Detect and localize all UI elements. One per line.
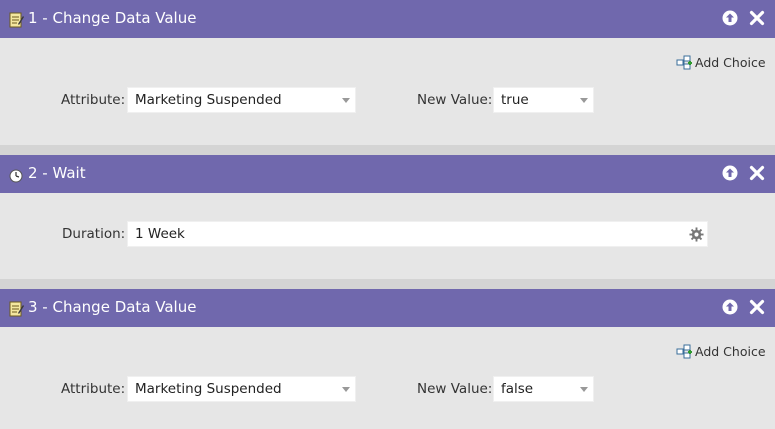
- step-title: 2 - Wait: [28, 164, 86, 182]
- step-body: Add Choice Attribute: Marketing Suspende…: [0, 38, 775, 145]
- chevron-down-icon: [342, 98, 350, 103]
- flow-step-2: 2 - Wait Duration: 1 Week: [0, 155, 775, 279]
- flow-step-3: 3 - Change Data Value Add Choice Attribu…: [0, 289, 775, 429]
- move-up-icon[interactable]: [721, 298, 739, 316]
- step-header[interactable]: 2 - Wait: [0, 155, 775, 193]
- document-edit-icon: [9, 12, 24, 28]
- move-up-icon[interactable]: [721, 9, 739, 27]
- new-value-select[interactable]: true: [493, 87, 594, 113]
- flow-step-1: 1 - Change Data Value Add Choice Attribu…: [0, 0, 775, 145]
- add-choice-label: Add Choice: [695, 55, 766, 70]
- duration-field[interactable]: 1 Week: [127, 221, 708, 247]
- new-value-label: New Value:: [417, 92, 493, 108]
- step-header[interactable]: 1 - Change Data Value: [0, 0, 775, 38]
- add-choice-label: Add Choice: [695, 344, 766, 359]
- chevron-down-icon: [342, 387, 350, 392]
- attribute-select-value: Marketing Suspended: [135, 92, 282, 108]
- document-edit-icon: [9, 301, 24, 317]
- add-choice-icon: [676, 55, 692, 70]
- close-icon[interactable]: [748, 9, 766, 27]
- add-choice-icon: [676, 344, 692, 359]
- close-icon[interactable]: [748, 164, 766, 182]
- attribute-select[interactable]: Marketing Suspended: [127, 376, 356, 402]
- move-up-icon[interactable]: [721, 164, 739, 182]
- new-value-select-value: true: [501, 92, 529, 108]
- gear-icon[interactable]: [689, 227, 704, 242]
- duration-value: 1 Week: [135, 226, 185, 242]
- step-separator: [0, 279, 775, 289]
- new-value-select-value: false: [501, 381, 534, 397]
- step-separator: [0, 145, 775, 155]
- chevron-down-icon: [580, 387, 588, 392]
- step-title: 3 - Change Data Value: [28, 298, 197, 316]
- clock-icon: [9, 169, 23, 183]
- attribute-label: Attribute:: [61, 381, 126, 397]
- step-body: Duration: 1 Week: [0, 193, 775, 279]
- duration-label: Duration:: [62, 226, 126, 242]
- step-header[interactable]: 3 - Change Data Value: [0, 289, 775, 327]
- chevron-down-icon: [580, 98, 588, 103]
- step-body: Add Choice Attribute: Marketing Suspende…: [0, 327, 775, 429]
- new-value-label: New Value:: [417, 381, 493, 397]
- step-title: 1 - Change Data Value: [28, 9, 197, 27]
- attribute-select[interactable]: Marketing Suspended: [127, 87, 356, 113]
- attribute-label: Attribute:: [61, 92, 126, 108]
- new-value-select[interactable]: false: [493, 376, 594, 402]
- attribute-select-value: Marketing Suspended: [135, 381, 282, 397]
- close-icon[interactable]: [748, 298, 766, 316]
